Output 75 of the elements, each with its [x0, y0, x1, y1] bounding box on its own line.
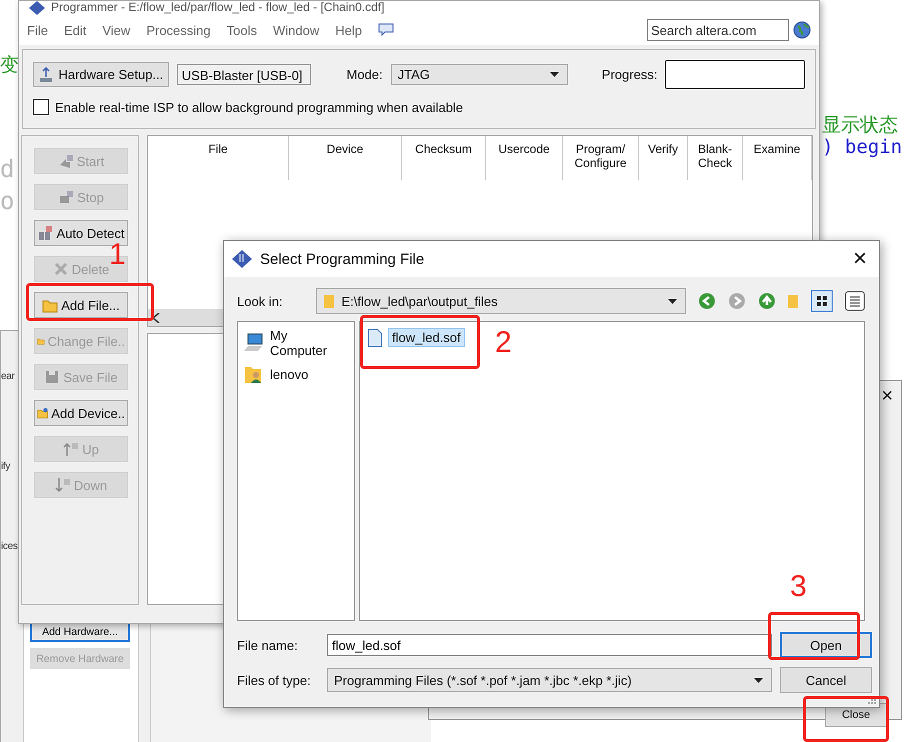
- hardware-field: USB-Blaster [USB-0]: [176, 64, 310, 85]
- action-icon: [37, 405, 48, 421]
- file-name-field[interactable]: flow_led.sof: [327, 634, 772, 656]
- file-icon: [368, 328, 382, 346]
- list-view-icon: [845, 291, 865, 311]
- forward-icon: [728, 292, 746, 310]
- menu-item[interactable]: Edit: [64, 22, 86, 38]
- menu-item[interactable]: File: [27, 22, 48, 38]
- globe-icon: [793, 21, 811, 39]
- action-icon: [58, 189, 74, 205]
- place-item[interactable]: My Computer: [244, 328, 348, 358]
- file-name-label: File name:: [237, 638, 299, 652]
- code-text: 变: [0, 53, 19, 78]
- computer-icon: [244, 333, 264, 353]
- menu-item[interactable]: Tools: [226, 22, 257, 38]
- action-icon: [54, 477, 71, 493]
- column-header[interactable]: File: [148, 136, 289, 180]
- column-header[interactable]: Examine: [743, 136, 812, 180]
- mode-dropdown[interactable]: JTAG: [390, 64, 568, 85]
- action-button[interactable]: Add File...: [34, 292, 128, 318]
- code-text: 显示状态: [822, 113, 898, 138]
- hardware-icon: [38, 66, 54, 82]
- app-icon: [232, 250, 252, 268]
- column-header[interactable]: Program/ Configure: [563, 136, 639, 180]
- action-icon: [63, 441, 80, 457]
- column-header[interactable]: Blank- Check: [688, 136, 743, 180]
- back-icon: [698, 292, 716, 310]
- icon-view-icon: [811, 290, 834, 312]
- close-button[interactable]: ×: [852, 245, 867, 273]
- file-type-label: Files of type:: [237, 672, 312, 688]
- action-button[interactable]: Add Device..: [34, 400, 128, 426]
- column-header[interactable]: Usercode: [486, 136, 563, 180]
- action-icon: [44, 369, 60, 385]
- code-text: ) begin: [822, 136, 902, 158]
- annotation-number: 2: [495, 326, 512, 360]
- folder-icon: [323, 293, 336, 309]
- action-icon: [38, 225, 54, 241]
- window-title: Programmer - E:/flow_led/par/flow_led - flow_led - [Chain0.cdf]: [51, 1, 384, 14]
- look-in-label: Look in:: [237, 294, 284, 308]
- action-icon: [52, 261, 69, 277]
- progress-label: Progress:: [602, 67, 658, 82]
- caret-icon: [754, 678, 763, 682]
- place-item[interactable]: lenovo: [244, 364, 348, 384]
- label: ear: [1, 371, 15, 382]
- cancel-button[interactable]: Cancel: [780, 667, 872, 693]
- column-header[interactable]: Checksum: [402, 136, 486, 180]
- look-in-dropdown[interactable]: E:\flow_led\par\output_files: [316, 288, 686, 314]
- label: ices: [1, 541, 18, 552]
- menu-item[interactable]: Window: [272, 22, 320, 38]
- caret-icon: [550, 72, 559, 77]
- checkbox-label: Enable real-time ISP to allow background programming when available: [55, 100, 464, 114]
- scroll-left-icon: [152, 312, 160, 322]
- menu-item[interactable]: Help: [335, 22, 362, 38]
- action-icon: [58, 153, 74, 169]
- folder-icon: [787, 293, 800, 309]
- annotation-number: 3: [790, 570, 807, 604]
- close-button[interactable]: ×: [881, 385, 893, 408]
- open-button[interactable]: Open: [780, 632, 872, 658]
- caret-icon: [668, 298, 677, 304]
- column-header[interactable]: Device: [289, 136, 402, 180]
- up-icon: [758, 292, 776, 310]
- file-type-dropdown[interactable]: Programming Files (*.sof *.pof *.jam *.jbc *.ekp *.jic): [327, 668, 772, 692]
- chat-icon: [378, 23, 394, 37]
- column-header[interactable]: Verify: [639, 136, 688, 180]
- mode-label: Mode:: [346, 67, 383, 82]
- label: ify: [1, 461, 10, 472]
- search-field[interactable]: Search altera.com: [647, 19, 789, 41]
- menu-item[interactable]: Processing: [146, 22, 211, 38]
- user-folder-icon: [244, 364, 264, 384]
- code-text: d: [0, 155, 14, 183]
- code-text: o: [0, 187, 14, 215]
- checkbox[interactable]: [33, 99, 49, 115]
- dialog-title: Select Programming File: [260, 250, 424, 268]
- hardware-setup-button[interactable]: Hardware Setup...: [33, 62, 169, 87]
- menu-item[interactable]: View: [102, 22, 130, 38]
